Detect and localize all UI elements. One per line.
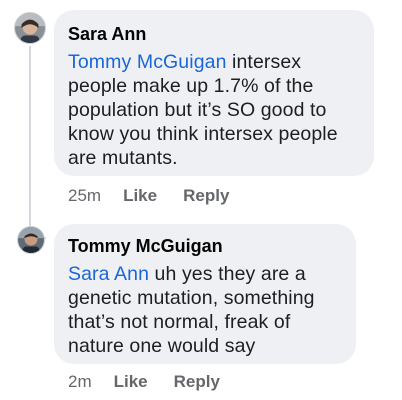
avatar[interactable]: [17, 226, 45, 254]
comment-text: Tommy McGuigan intersex people make up 1…: [68, 50, 360, 170]
mention-link[interactable]: Sara Ann: [68, 263, 149, 285]
avatar-photo-icon: [15, 13, 45, 43]
like-button[interactable]: Like: [114, 372, 148, 392]
thread-connector-line: [29, 46, 31, 242]
comment-actions: 25m Like Reply: [68, 186, 255, 206]
comment-timestamp[interactable]: 25m: [68, 186, 101, 206]
comment-author[interactable]: Sara Ann: [68, 24, 360, 44]
comment-thread: Sara Ann Tommy McGuigan intersex people …: [0, 0, 402, 400]
like-button[interactable]: Like: [123, 186, 157, 206]
reply-button[interactable]: Reply: [174, 372, 220, 392]
comment-bubble: Tommy McGuigan Sara Ann uh yes they are …: [54, 224, 356, 364]
mention-link[interactable]: Tommy McGuigan: [68, 51, 227, 73]
comment-author[interactable]: Tommy McGuigan: [68, 236, 342, 256]
avatar-photo-icon: [18, 227, 44, 253]
comment-timestamp[interactable]: 2m: [68, 372, 92, 392]
comment-actions: 2m Like Reply: [68, 372, 246, 392]
comment-text: Sara Ann uh yes they are a genetic mutat…: [68, 262, 342, 358]
avatar[interactable]: [14, 12, 46, 44]
reply-button[interactable]: Reply: [183, 186, 229, 206]
comment-bubble: Sara Ann Tommy McGuigan intersex people …: [54, 10, 374, 176]
